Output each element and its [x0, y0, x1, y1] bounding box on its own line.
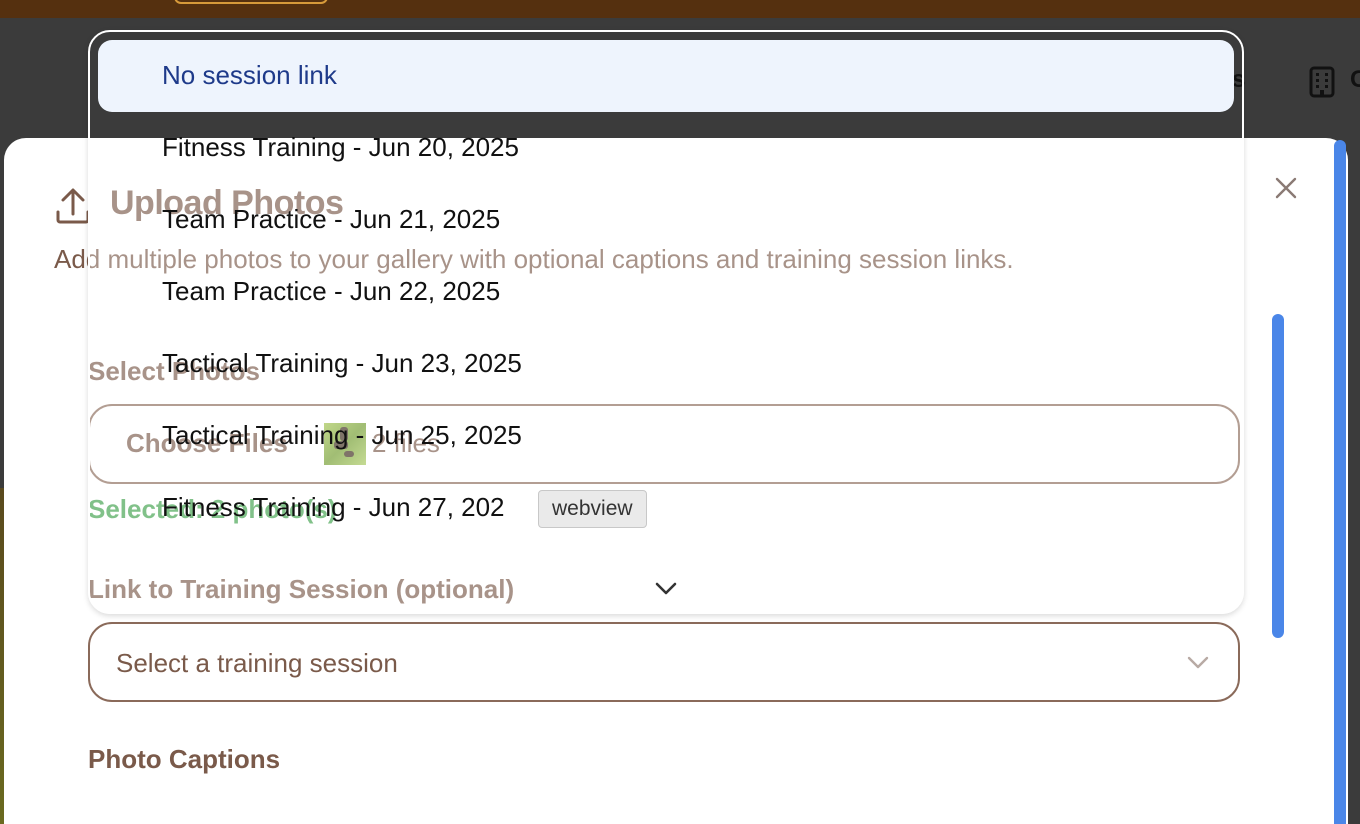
close-icon — [1275, 177, 1297, 199]
dropdown-option[interactable]: Team Practice - Jun 22, 2025 — [162, 276, 500, 307]
dropdown-option[interactable]: Team Practice - Jun 21, 2025 — [162, 204, 500, 235]
topbar-button[interactable] — [174, 0, 328, 4]
photo-captions-label: Photo Captions — [88, 744, 281, 774]
chevron-down-icon[interactable] — [652, 576, 680, 600]
building-icon[interactable] — [1308, 66, 1336, 98]
upload-icon — [56, 188, 90, 224]
close-button[interactable] — [1268, 170, 1304, 206]
background-header-text-2: C — [1350, 66, 1360, 93]
training-session-select[interactable]: Select a training session — [88, 622, 1240, 702]
dropdown-option[interactable]: Tactical Training - Jun 23, 2025 — [162, 348, 522, 379]
dropdown-option[interactable]: Fitness Training - Jun 20, 2025 — [162, 132, 519, 163]
session-dropdown-popover — [88, 30, 1244, 614]
dropdown-option-no-session[interactable]: No session link — [162, 60, 337, 91]
chevron-down-icon — [1187, 656, 1209, 669]
app-topbar — [0, 0, 1360, 18]
dropdown-option[interactable]: Fitness Training - Jun 27, 202 — [162, 492, 505, 523]
dropdown-scrollbar-thumb[interactable] — [1272, 314, 1284, 638]
tooltip: webview — [538, 490, 647, 528]
dialog-scrollbar[interactable] — [1334, 140, 1346, 824]
dropdown-option[interactable]: Tactical Training - Jun 25, 2025 — [162, 420, 522, 451]
training-session-select-value: Select a training session — [116, 648, 398, 678]
